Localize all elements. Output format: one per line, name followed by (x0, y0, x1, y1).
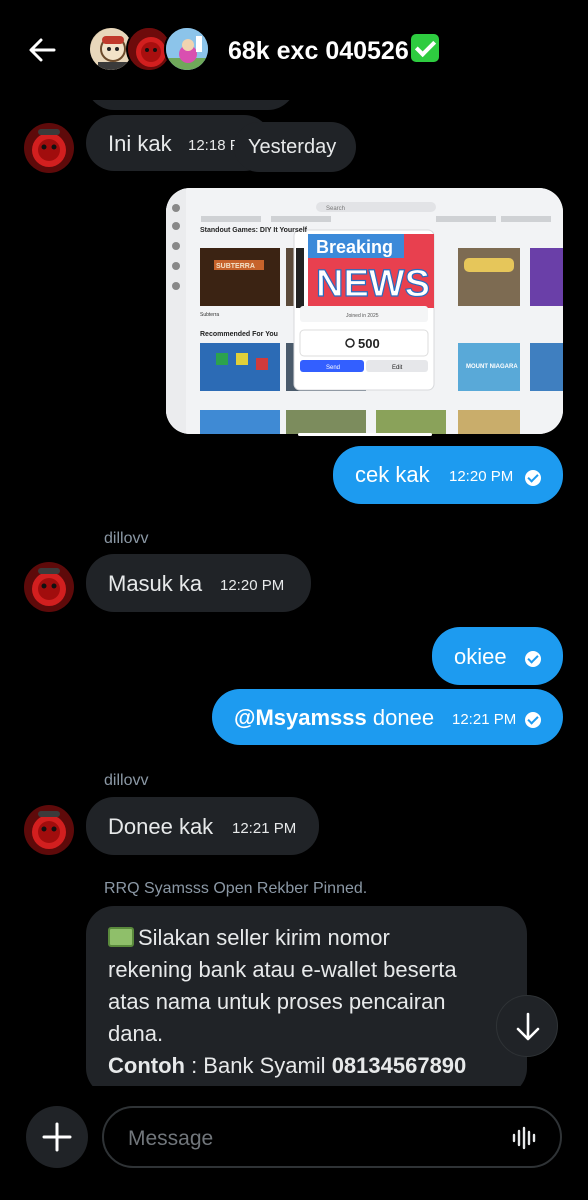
message-text: Masuk ka (108, 571, 203, 596)
add-attachment-button[interactable] (26, 1106, 88, 1168)
pinned-line: atas nama untuk proses pencairan (108, 989, 446, 1014)
section-label: Recommended For You (200, 331, 278, 338)
image-scrubber[interactable] (298, 433, 432, 436)
message-time: 12:21 PM (232, 820, 297, 837)
section-label: Standout Games: DIY It Yourself (200, 227, 308, 234)
arrow-down-icon (516, 1012, 540, 1041)
cash-icon (108, 927, 134, 947)
chat-title-text: 68k exc 040526 (228, 37, 409, 65)
message-bubble-outgoing[interactable]: cek kak 12:20 PM (333, 446, 563, 504)
shared-image[interactable]: Breaking NEWS Joined in 2025 500 Send Ed… (166, 188, 563, 434)
pinned-line: Contoh : Bank Syamil 08134567890 (108, 1050, 507, 1082)
search-label: Search (326, 206, 345, 212)
message-bubble-outgoing[interactable]: @Msyamsss donee 12:21 PM (212, 689, 563, 745)
tile-label: MOUNT NIAGARA (466, 364, 518, 370)
message-text: okiee (454, 644, 507, 669)
message-input[interactable]: Message (102, 1106, 562, 1168)
message-time: 12:21 PM (452, 711, 517, 728)
news-text: NEWS (316, 263, 430, 305)
pinned-text: Silakan seller kirim nomor (138, 925, 390, 950)
pinned-line: Silakan seller kirim nomor (108, 922, 507, 954)
tile-label: SUBTERRA (216, 263, 255, 270)
pinned-label: RRQ Syamsss Open Rekber Pinned. (104, 880, 368, 897)
joined-text: Joined in 2025 (346, 313, 379, 319)
message-date: Yesterday (248, 136, 337, 158)
avatar[interactable] (24, 562, 74, 612)
date-meta-pill: Yesterday (234, 122, 356, 172)
pinned-message[interactable]: Silakan seller kirim nomor rekening bank… (86, 906, 527, 1096)
robux-amount: 500 (358, 336, 380, 351)
scroll-to-bottom-button[interactable] (496, 995, 558, 1057)
read-receipt-icon (525, 651, 541, 667)
message-time: 12:20 PM (220, 577, 285, 594)
message-body: donee (372, 705, 435, 730)
user-mention[interactable]: @Msyamsss (234, 705, 367, 730)
tile-label: Subterra (200, 312, 219, 318)
send-label: Send (326, 365, 340, 371)
chat-title[interactable]: 68k exc 040526 (228, 34, 439, 66)
message-bubble-outgoing[interactable]: okiee (432, 627, 563, 685)
message-time: 12:20 PM (449, 468, 514, 485)
back-arrow-icon[interactable] (22, 30, 62, 70)
contoh-label: Contoh (108, 1053, 185, 1078)
message-text: Ini kak (108, 131, 172, 156)
voice-message-icon[interactable] (512, 1125, 538, 1151)
pinned-line: dana. (108, 1021, 164, 1046)
read-receipt-icon (525, 470, 541, 486)
avatar[interactable] (24, 805, 74, 855)
plus-icon (42, 1122, 72, 1152)
message-text: Donee kak (108, 814, 214, 839)
message-placeholder: Message (128, 1127, 214, 1150)
read-receipt-icon (525, 712, 541, 728)
message-text: @Msyamsss donee (234, 705, 434, 731)
contoh-number: 08134567890 (331, 1053, 467, 1078)
message-bubble-incoming[interactable]: Masuk ka 12:20 PM (86, 554, 311, 612)
composer: Message (0, 1086, 588, 1200)
avatar[interactable] (24, 123, 74, 173)
pinned-line: rekening bank atau e-wallet beserta (108, 957, 457, 982)
breaking-text: Breaking (316, 237, 393, 257)
message-text: cek kak (355, 462, 430, 487)
check-mark-icon (410, 34, 439, 62)
avatar (164, 26, 210, 72)
group-avatars[interactable] (88, 26, 212, 72)
edit-label: Edit (392, 365, 403, 371)
contoh-text: : Bank Syamil (184, 1053, 332, 1078)
message-bubble-incoming[interactable]: Donee kak 12:21 PM (86, 797, 319, 855)
chat-header: 68k exc 040526 (0, 0, 588, 100)
sender-name: dillovv (104, 530, 149, 547)
sender-name: dillovv (104, 772, 149, 789)
